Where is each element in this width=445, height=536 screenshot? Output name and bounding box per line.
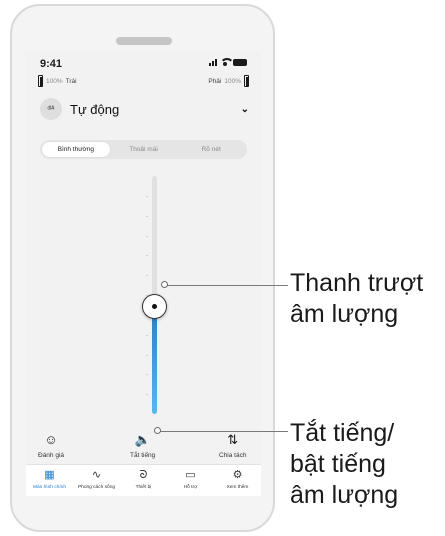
nav-home[interactable]: ▦ Màn hình chính xyxy=(26,465,73,496)
volume-tick xyxy=(146,354,148,356)
mode-clarity[interactable]: Rõ nét xyxy=(177,142,245,157)
grid-icon: ▦ xyxy=(44,469,55,481)
slider-annotation: Thanh trượt âm lượng xyxy=(290,268,423,330)
gear-icon: ⚙ xyxy=(232,469,243,481)
program-selector[interactable]: ᵈᴵᴬ Tự động ⌄ xyxy=(40,97,249,121)
hearing-aid-icon: ᘐ xyxy=(139,469,148,481)
volume-tick xyxy=(146,235,148,237)
right-battery-percent: 100% xyxy=(224,77,241,85)
left-aid-label: Trái xyxy=(65,77,77,85)
cellular-signal-icon xyxy=(209,58,217,66)
slider-annotation-line1: Thanh trượt xyxy=(290,269,424,297)
slider-annotation-line2: âm lượng xyxy=(290,300,399,328)
app-screen: 9:41 100% Trái Phải 100% ᵈᴵᴬ Tự động ⌄ B… xyxy=(26,52,261,477)
mute-label: Tắt tiếng xyxy=(130,452,156,459)
nav-more[interactable]: ⚙ Xem thêm xyxy=(214,465,261,496)
smiley-icon: ☺ xyxy=(44,432,58,447)
left-battery-percent: 100% xyxy=(46,77,63,85)
split-button[interactable]: ⇅ Chia tách xyxy=(219,432,246,459)
phone-battery-icon xyxy=(233,58,247,66)
speaker-icon: 🔈 xyxy=(134,432,151,447)
mute-annotation: Tắt tiếng/ bật tiếng âm lượng xyxy=(290,418,398,511)
nav-lifestyle[interactable]: ∿ Phong cách sống xyxy=(73,465,120,496)
nav-lifestyle-label: Phong cách sống xyxy=(77,485,116,490)
volume-tick xyxy=(146,394,148,396)
slider-annotation-dot xyxy=(161,281,168,288)
phone-speaker xyxy=(116,37,172,45)
rate-label: Đánh giá xyxy=(38,452,65,459)
left-aid-status: 100% Trái xyxy=(38,75,77,87)
chevron-down-icon[interactable]: ⌄ xyxy=(241,104,249,115)
hearing-aid-battery-row: 100% Trái Phải 100% xyxy=(38,75,249,89)
mute-button[interactable]: 🔈 Tắt tiếng xyxy=(130,432,155,459)
volume-tick xyxy=(146,334,148,336)
nav-devices[interactable]: ᘐ Thiết bị xyxy=(120,465,167,496)
nav-home-label: Màn hình chính xyxy=(32,485,67,490)
mute-annotation-line2: bật tiếng xyxy=(290,450,386,478)
slider-annotation-leader xyxy=(167,285,288,287)
volume-tick xyxy=(146,195,148,197)
mute-annotation-line1: Tắt tiếng/ xyxy=(290,419,395,447)
right-aid-status: Phải 100% xyxy=(208,75,249,87)
action-row: ☺ Đánh giá 🔈 Tắt tiếng ⇅ Chia tách xyxy=(26,432,261,468)
volume-tick xyxy=(146,374,148,376)
activity-icon: ∿ xyxy=(91,469,102,481)
nav-more-label: Xem thêm xyxy=(226,485,249,490)
right-battery-icon xyxy=(244,75,249,87)
status-time: 9:41 xyxy=(40,58,63,70)
volume-tick xyxy=(146,255,148,257)
volume-tick xyxy=(146,215,148,217)
mute-annotation-dot xyxy=(154,427,161,434)
volume-fill xyxy=(152,306,157,414)
bottom-nav: ▦ Màn hình chính ∿ Phong cách sống ᘐ Thi… xyxy=(26,464,261,496)
volume-tick xyxy=(146,275,148,277)
rate-button[interactable]: ☺ Đánh giá xyxy=(38,432,64,459)
nav-support-label: Hỗ trợ xyxy=(183,485,198,490)
mode-comfort[interactable]: Thoải mái xyxy=(110,142,178,157)
nav-support[interactable]: ▭ Hỗ trợ xyxy=(167,465,214,496)
volume-slider[interactable] xyxy=(142,176,167,414)
sound-mode-selector: Bình thường Thoải mái Rõ nét xyxy=(40,140,247,159)
program-name: Tự động xyxy=(70,101,120,117)
volume-knob[interactable] xyxy=(142,294,167,320)
mode-normal[interactable]: Bình thường xyxy=(42,142,110,157)
mute-annotation-line3: âm lượng xyxy=(290,481,399,509)
status-icons xyxy=(209,58,247,66)
mute-annotation-leader xyxy=(160,431,288,433)
nav-devices-label: Thiết bị xyxy=(135,485,152,490)
split-label: Chia tách xyxy=(219,452,247,459)
split-icon: ⇅ xyxy=(227,432,239,447)
left-battery-icon xyxy=(38,75,43,87)
wifi-icon xyxy=(220,58,234,66)
right-aid-label: Phải xyxy=(208,77,222,85)
program-icon: ᵈᴵᴬ xyxy=(40,98,62,120)
chat-icon: ▭ xyxy=(185,469,196,481)
